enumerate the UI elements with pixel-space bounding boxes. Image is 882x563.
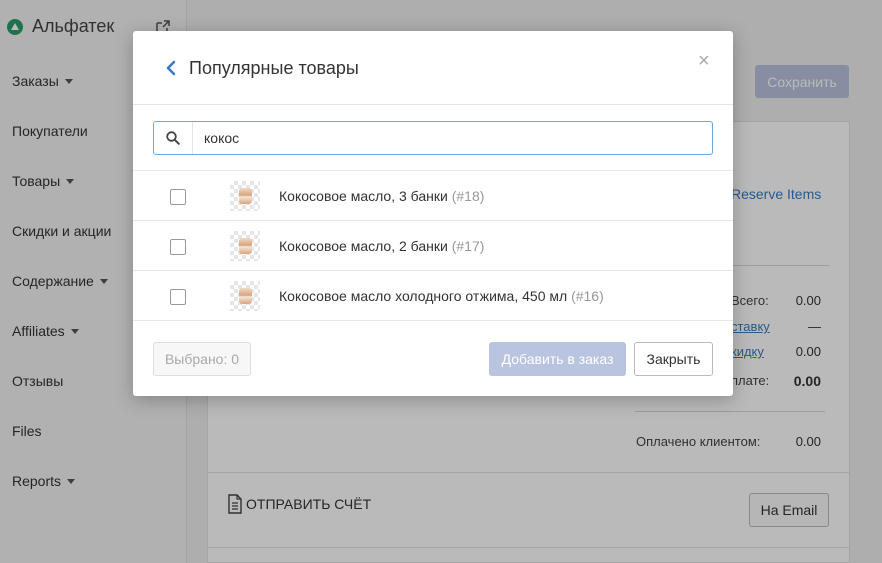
- close-icon[interactable]: ×: [698, 51, 710, 71]
- close-button[interactable]: Закрыть: [634, 342, 713, 376]
- product-sku: (#17): [451, 238, 485, 254]
- search-addon: [154, 122, 192, 154]
- list-item[interactable]: Кокосовое масло, 2 банки (#17): [133, 221, 733, 271]
- search-field: [153, 121, 713, 155]
- selected-count-button[interactable]: Выбрано: 0: [153, 342, 251, 376]
- product-checkbox[interactable]: [170, 189, 186, 205]
- modal-header: Популярные товары ×: [133, 31, 733, 105]
- search-icon: [166, 131, 180, 145]
- product-checkbox[interactable]: [170, 239, 186, 255]
- product-sku: (#16): [571, 288, 604, 304]
- list-item[interactable]: Кокосовое масло, 3 банки (#18): [133, 171, 733, 221]
- product-sku: (#18): [451, 188, 485, 204]
- product-name: Кокосовое масло холодного отжима, 450 мл…: [279, 288, 604, 304]
- product-thumbnail: [230, 231, 260, 261]
- list-item[interactable]: Кокосовое масло холодного отжима, 450 мл…: [133, 271, 733, 321]
- product-name: Кокосовое масло, 2 банки (#17): [279, 238, 485, 254]
- modal-footer: Выбрано: 0 Добавить в заказ Закрыть: [133, 322, 733, 396]
- search-input[interactable]: [192, 122, 712, 154]
- product-checkbox[interactable]: [170, 289, 186, 305]
- product-name: Кокосовое масло, 3 банки (#18): [279, 188, 485, 204]
- chevron-left-icon[interactable]: [165, 59, 177, 77]
- popular-products-modal: Популярные товары × Кокосовое масло, 3 б…: [133, 31, 733, 396]
- product-thumbnail: [230, 281, 260, 311]
- product-thumbnail: [230, 181, 260, 211]
- product-list: Кокосовое масло, 3 банки (#18) Кокосовое…: [133, 170, 733, 321]
- modal-title: Популярные товары: [189, 58, 359, 78]
- add-to-order-button[interactable]: Добавить в заказ: [489, 342, 626, 376]
